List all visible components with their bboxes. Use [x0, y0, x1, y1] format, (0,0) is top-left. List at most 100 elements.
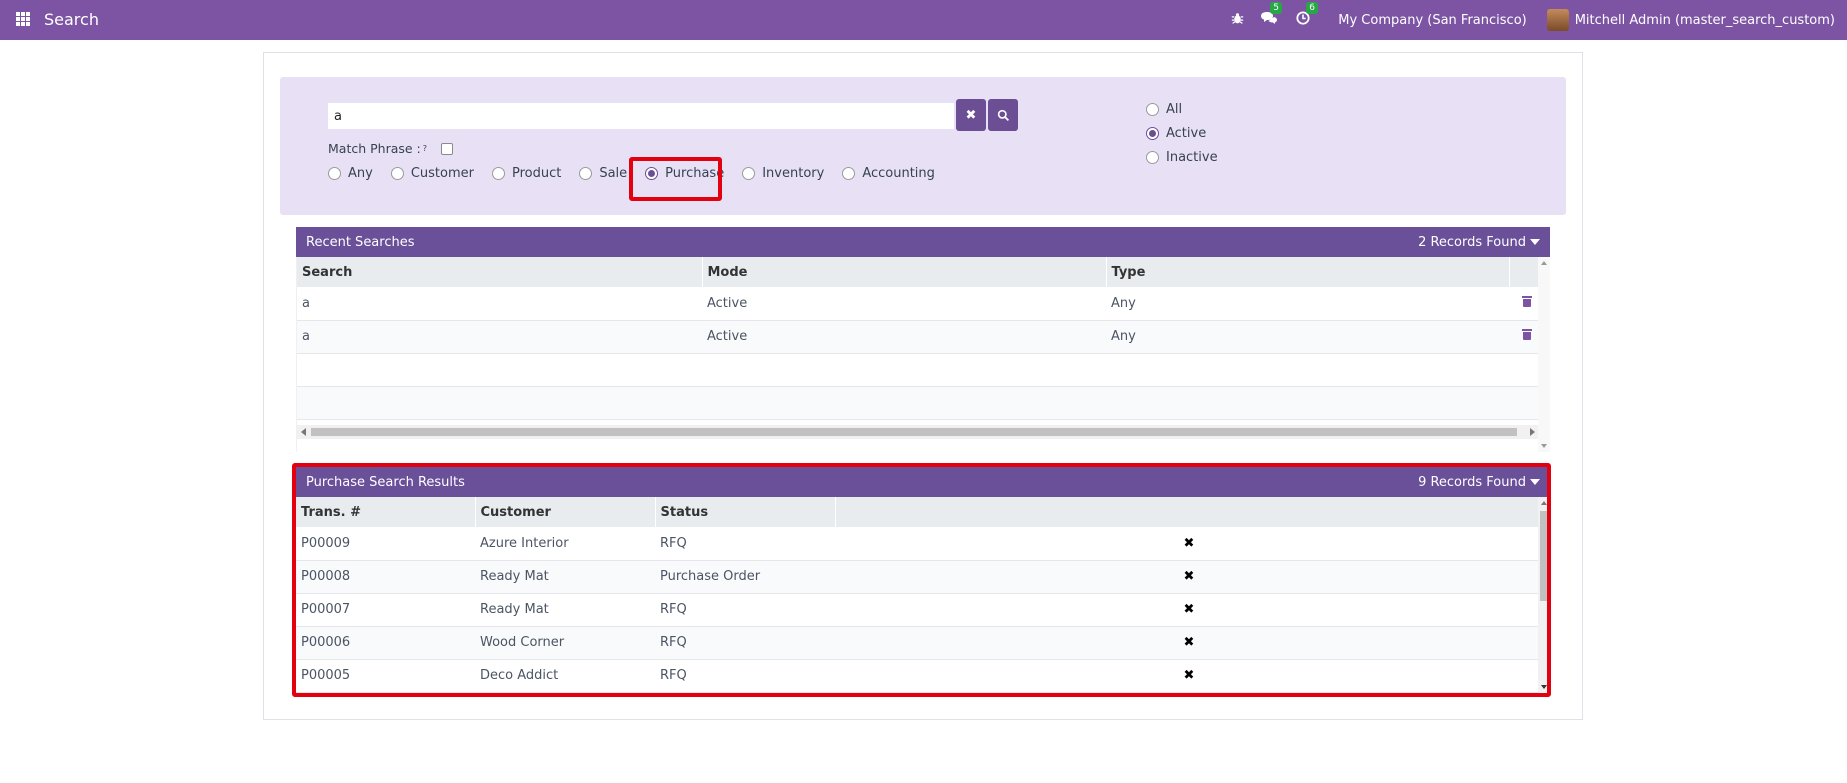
- radio-button-selected[interactable]: [1146, 127, 1159, 140]
- status-option-inactive[interactable]: Inactive: [1146, 150, 1218, 165]
- match-phrase-help-icon[interactable]: ?: [423, 144, 427, 153]
- cell-status: RFQ: [655, 593, 835, 627]
- radio-button[interactable]: [1146, 151, 1159, 164]
- scroll-down-icon[interactable]: [1541, 685, 1547, 689]
- search-icon: [997, 109, 1009, 121]
- navbar-systray: 5 6 My Company (San Francisco) Mitchell …: [1231, 0, 1835, 40]
- radio-button[interactable]: [579, 167, 593, 180]
- company-switcher[interactable]: My Company (San Francisco): [1338, 13, 1526, 28]
- status-radio-group: All Active Inactive: [1146, 102, 1236, 174]
- cell-search: a: [297, 287, 702, 321]
- match-phrase-row: Match Phrase : ?: [328, 141, 454, 156]
- table-row[interactable]: P00008 Ready Mat Purchase Order ✖: [296, 560, 1538, 594]
- close-icon[interactable]: ✖: [1184, 536, 1195, 551]
- cell-action: ✖: [835, 527, 1538, 561]
- clear-search-button[interactable]: ✖: [956, 99, 986, 131]
- column-header-actions: [835, 497, 1538, 527]
- recent-searches-panel: Recent Searches 2 Records Found Search M…: [296, 227, 1550, 452]
- cell-trans: P00009: [296, 527, 475, 561]
- scroll-right-icon[interactable]: [1530, 428, 1535, 436]
- type-option-inventory[interactable]: Inventory: [742, 166, 824, 181]
- purchase-records-count[interactable]: 9 Records Found: [1418, 475, 1540, 490]
- radio-button[interactable]: [742, 167, 756, 180]
- radio-button[interactable]: [390, 167, 404, 180]
- vertical-scrollbar[interactable]: [1538, 497, 1550, 693]
- cell-customer: Ready Mat: [475, 593, 655, 627]
- scroll-up-icon[interactable]: [1541, 261, 1547, 265]
- empty-row: [297, 386, 1539, 420]
- scrollbar-thumb[interactable]: [311, 428, 1517, 436]
- activities-clock-icon[interactable]: 6: [1296, 2, 1318, 29]
- cell-mode: Active: [702, 287, 1106, 321]
- status-option-all[interactable]: All: [1146, 102, 1218, 117]
- user-menu[interactable]: Mitchell Admin (master_search_custom): [1575, 13, 1835, 28]
- cell-status: RFQ: [655, 527, 835, 561]
- trash-icon[interactable]: [1521, 295, 1532, 307]
- status-option-active[interactable]: Active: [1146, 126, 1218, 141]
- radio-button[interactable]: [842, 167, 856, 180]
- cell-customer: Deco Addict: [475, 659, 655, 693]
- debug-bug-icon[interactable]: [1231, 12, 1244, 29]
- cell-delete: [1509, 287, 1539, 321]
- table-row[interactable]: P00006 Wood Corner RFQ ✖: [296, 626, 1538, 660]
- cell-customer: Ready Mat: [475, 560, 655, 594]
- close-icon[interactable]: ✖: [1184, 635, 1195, 650]
- cell-status: Purchase Order: [655, 560, 835, 594]
- table-row[interactable]: P00009 Azure Interior RFQ ✖: [296, 527, 1538, 561]
- cell-delete: [1509, 320, 1539, 354]
- scroll-up-icon[interactable]: [1541, 501, 1547, 505]
- messages-icon[interactable]: 5: [1260, 2, 1282, 29]
- cell-customer: Azure Interior: [475, 527, 655, 561]
- cell-action: ✖: [835, 560, 1538, 594]
- cell-action: ✖: [835, 626, 1538, 660]
- radio-button[interactable]: [491, 167, 505, 180]
- type-option-sale[interactable]: Sale: [579, 166, 627, 181]
- messages-badge: 5: [1270, 2, 1282, 14]
- column-header-customer[interactable]: Customer: [475, 497, 656, 527]
- recent-searches-table: Search Mode Type a Active Any a Active A…: [297, 257, 1539, 420]
- column-header-search[interactable]: Search: [297, 257, 703, 287]
- horizontal-scrollbar[interactable]: [297, 425, 1539, 439]
- recent-records-count[interactable]: 2 Records Found: [1418, 235, 1540, 250]
- cell-customer: Wood Corner: [475, 626, 655, 660]
- trash-icon[interactable]: [1521, 329, 1532, 340]
- purchase-results-header[interactable]: Purchase Search Results 9 Records Found: [296, 467, 1550, 497]
- close-icon[interactable]: ✖: [1184, 668, 1195, 683]
- close-icon[interactable]: ✖: [1184, 569, 1195, 584]
- search-input[interactable]: [328, 103, 954, 129]
- table-row[interactable]: P00005 Deco Addict RFQ ✖: [296, 659, 1538, 693]
- table-row[interactable]: a Active Any: [297, 320, 1539, 354]
- type-option-accounting[interactable]: Accounting: [842, 166, 935, 181]
- radio-button[interactable]: [328, 167, 341, 180]
- table-header-row: Trans. # Customer Status: [296, 497, 1538, 527]
- table-row[interactable]: P00007 Ready Mat RFQ ✖: [296, 593, 1538, 627]
- cell-search: a: [297, 320, 702, 354]
- app-title[interactable]: Search: [44, 10, 99, 29]
- column-header-actions: [1509, 257, 1539, 287]
- type-option-any[interactable]: Any: [328, 166, 373, 181]
- radio-button[interactable]: [1146, 103, 1159, 116]
- column-header-type[interactable]: Type: [1106, 257, 1510, 287]
- type-option-customer[interactable]: Customer: [390, 166, 474, 181]
- close-icon[interactable]: ✖: [1184, 602, 1195, 617]
- recent-searches-table-wrap: Search Mode Type a Active Any a Active A…: [297, 257, 1539, 422]
- match-phrase-checkbox[interactable]: [441, 142, 454, 155]
- table-row[interactable]: a Active Any: [297, 287, 1539, 321]
- search-button[interactable]: [988, 99, 1018, 131]
- column-header-mode[interactable]: Mode: [702, 257, 1107, 287]
- scrollbar-thumb[interactable]: [1540, 511, 1548, 601]
- recent-searches-header[interactable]: Recent Searches 2 Records Found: [296, 227, 1550, 257]
- purchase-results-body: Trans. # Customer Status P00009 Azure In…: [296, 497, 1550, 693]
- type-option-product[interactable]: Product: [491, 166, 561, 181]
- column-header-trans[interactable]: Trans. #: [296, 497, 476, 527]
- user-avatar[interactable]: [1546, 9, 1569, 31]
- scroll-left-icon[interactable]: [301, 428, 306, 436]
- column-header-status[interactable]: Status: [655, 497, 836, 527]
- cell-status: RFQ: [655, 659, 835, 693]
- cell-trans: P00005: [296, 659, 475, 693]
- recent-searches-title: Recent Searches: [306, 234, 415, 250]
- purchase-results-panel: Purchase Search Results 9 Records Found …: [296, 467, 1550, 693]
- scroll-down-icon[interactable]: [1541, 444, 1547, 448]
- vertical-scrollbar[interactable]: [1538, 257, 1550, 452]
- apps-menu-icon[interactable]: [16, 12, 30, 26]
